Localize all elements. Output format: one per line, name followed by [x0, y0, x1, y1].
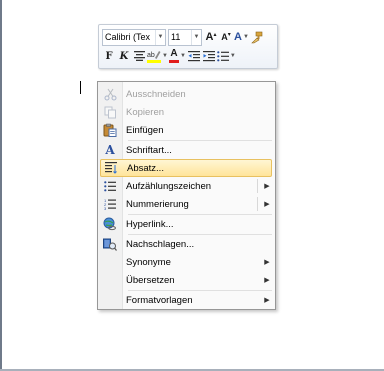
chevron-down-icon[interactable]: ▼: [155, 29, 165, 45]
bullet-list-icon: [100, 178, 120, 194]
scissors-icon: [100, 86, 120, 102]
styles-button[interactable]: A ▼: [234, 29, 249, 45]
svg-text:ab: ab: [147, 52, 155, 59]
font-color-icon: A: [170, 48, 178, 59]
chevron-down-icon: ▼: [242, 34, 249, 40]
italic-button[interactable]: K: [117, 48, 131, 64]
menu-item-cut: Ausschneiden: [100, 85, 272, 103]
mini-toolbar-row-1: Calibri (Tex ▼ 11 ▼ A ▴ A ▾ A ▼: [102, 28, 265, 46]
menu-item-label: Schriftart...: [126, 144, 172, 156]
grow-font-button[interactable]: A ▴: [204, 29, 218, 45]
chevron-down-icon: ▼: [229, 53, 236, 59]
menu-item-bullets[interactable]: Aufzählungszeichen ▶: [100, 177, 272, 195]
font-icon: A: [105, 143, 115, 157]
paragraph-icon: [101, 160, 121, 176]
increase-indent-icon: [202, 50, 215, 61]
mini-toolbar-row-2: F K ab ▼ A ▼ ▼: [102, 47, 237, 65]
menu-item-paragraph[interactable]: Absatz...: [100, 159, 272, 177]
menu-item-label: Hyperlink...: [126, 218, 174, 230]
menu-item-label: Aufzählungszeichen: [126, 180, 212, 192]
styles-icon: A: [234, 31, 242, 43]
shrink-font-button[interactable]: A ▾: [219, 29, 233, 45]
font-color-button[interactable]: A ▼: [168, 48, 186, 64]
document-page[interactable]: Calibri (Tex ▼ 11 ▼ A ▴ A ▾ A ▼ F K ab ▼…: [0, 0, 384, 371]
paste-icon: [100, 122, 120, 138]
menu-item-synonyms[interactable]: Synonyme ▶: [100, 253, 272, 271]
menu-item-paste[interactable]: Einfügen: [100, 121, 272, 139]
format-painter-icon: [251, 31, 263, 43]
highlight-color-button[interactable]: ab ▼: [147, 48, 168, 64]
bold-button[interactable]: F: [102, 48, 116, 64]
chevron-down-icon: ▼: [162, 53, 168, 59]
split-divider: [257, 197, 258, 211]
menu-item-lookup[interactable]: Nachschlagen...: [100, 235, 272, 253]
font-color-bar: [168, 60, 179, 63]
submenu-arrow-icon[interactable]: ▶: [262, 182, 272, 190]
grow-font-icon: A: [205, 31, 214, 43]
submenu-arrow-icon: ▶: [264, 277, 270, 284]
submenu-arrow-icon[interactable]: ▶: [262, 200, 272, 208]
menu-item-label: Formatvorlagen: [126, 294, 193, 306]
menu-item-label: Absatz...: [127, 162, 164, 174]
font-size-combo[interactable]: 11 ▼: [168, 28, 202, 46]
font-name-combo[interactable]: Calibri (Tex ▼: [102, 28, 166, 46]
format-painter-button[interactable]: [250, 29, 264, 45]
font-size-value: 11: [171, 32, 181, 42]
bullet-list-icon: [217, 50, 229, 61]
context-menu: Ausschneiden Kopieren Einfügen A Schrift…: [97, 81, 276, 310]
menu-item-font[interactable]: A Schriftart...: [100, 141, 272, 159]
mini-toolbar: Calibri (Tex ▼ 11 ▼ A ▴ A ▾ A ▼ F K ab ▼…: [98, 24, 278, 69]
numbered-list-icon: 1 2 3: [100, 196, 120, 212]
menu-item-label: Nummerierung: [126, 198, 189, 210]
chevron-down-icon: ▼: [179, 53, 186, 59]
research-book-icon: [100, 236, 120, 252]
decrease-indent-icon: [187, 50, 200, 61]
submenu-arrow-icon: ▶: [264, 297, 270, 304]
menu-item-hyperlink[interactable]: Hyperlink...: [100, 215, 272, 233]
bullets-button[interactable]: ▼: [217, 48, 236, 64]
decrease-indent-button[interactable]: [187, 48, 201, 64]
center-align-button[interactable]: [132, 48, 146, 64]
menu-item-label: Übersetzen: [126, 274, 175, 286]
align-center-icon: [133, 51, 145, 61]
hyperlink-icon: [100, 216, 120, 232]
menu-item-label: Synonyme: [126, 256, 171, 268]
submenu-arrow-icon: ▶: [264, 259, 270, 266]
chevron-down-icon[interactable]: ▼: [191, 29, 201, 45]
split-divider: [257, 179, 258, 193]
menu-item-numbering[interactable]: 1 2 3 Nummerierung ▶: [100, 195, 272, 213]
menu-item-copy: Kopieren: [100, 103, 272, 121]
menu-item-styles[interactable]: Formatvorlagen ▶: [100, 291, 272, 309]
svg-text:3: 3: [104, 206, 107, 210]
copy-icon: [100, 104, 120, 120]
increase-indent-button[interactable]: [202, 48, 216, 64]
menu-item-label: Ausschneiden: [126, 88, 186, 100]
menu-item-translate[interactable]: Übersetzen ▶: [100, 271, 272, 289]
menu-item-label: Einfügen: [126, 124, 164, 136]
text-cursor: [80, 81, 81, 94]
menu-item-label: Nachschlagen...: [126, 238, 195, 250]
window-left-border: [0, 0, 2, 371]
menu-item-label: Kopieren: [126, 106, 165, 118]
font-name-value: Calibri (Tex: [105, 32, 151, 42]
highlighter-icon: ab: [147, 51, 161, 63]
